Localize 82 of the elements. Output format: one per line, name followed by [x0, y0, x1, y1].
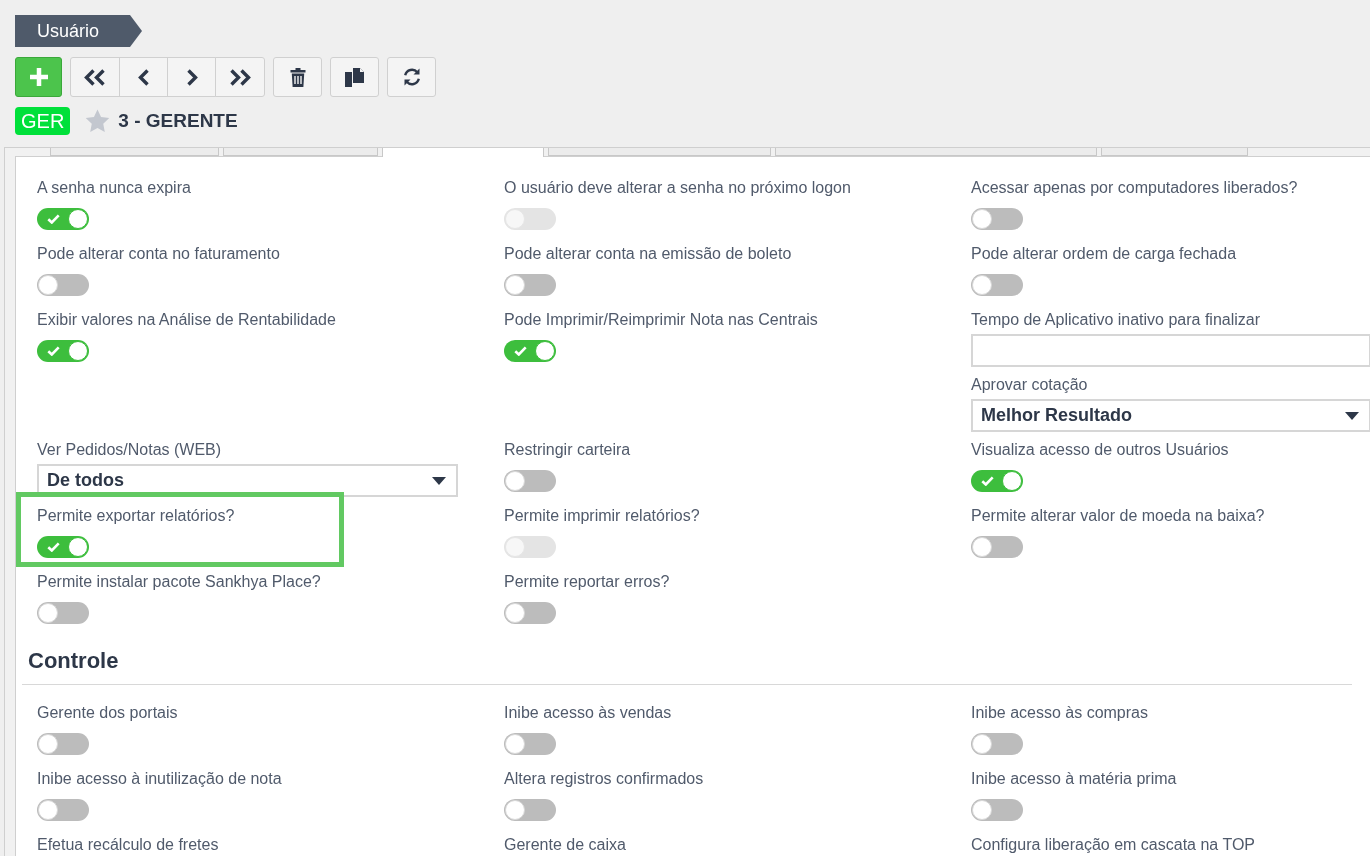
section-heading: Controle [28, 648, 119, 673]
double-chevron-right-icon [229, 68, 251, 86]
field-label: Permite exportar relatórios? [37, 506, 235, 526]
tab[interactable] [223, 148, 378, 156]
check-icon [47, 542, 60, 552]
check-icon [47, 346, 60, 356]
plus-icon [29, 68, 48, 86]
field-label: Inibe acesso à inutilização de nota [37, 769, 282, 789]
field-label: Tempo de Aplicativo inativo para finalizar [971, 310, 1261, 330]
field-label: Permite instalar pacote Sankhya Place? [37, 572, 321, 592]
field-label: Permite alterar valor de moeda na baixa? [971, 506, 1265, 526]
previous-record-button[interactable] [119, 57, 168, 97]
toggle-switch[interactable] [971, 470, 1023, 492]
page-title: Usuário [15, 15, 142, 47]
add-button[interactable] [15, 57, 62, 97]
copy-icon [345, 67, 364, 87]
field-label: Pode alterar ordem de carga fechada [971, 244, 1237, 264]
toggle-switch[interactable] [504, 602, 556, 624]
toggle-switch[interactable] [971, 536, 1023, 558]
field-label: Efetua recálculo de fretes [37, 835, 219, 855]
check-icon [514, 346, 527, 356]
field-label: Aprovar cotação [971, 375, 1088, 395]
refresh-button[interactable] [387, 57, 436, 97]
dropdown[interactable]: Melhor Resultado [971, 399, 1370, 432]
chevron-right-icon [185, 68, 198, 86]
toggle-switch[interactable] [37, 733, 89, 755]
toggle-switch[interactable] [971, 274, 1023, 296]
tab[interactable] [50, 148, 219, 156]
field-label: Gerente dos portais [37, 703, 178, 723]
toggle-switch[interactable] [37, 536, 89, 558]
tab[interactable] [775, 148, 1097, 156]
field-label: Gerente de caixa [504, 835, 626, 855]
text-field[interactable] [971, 334, 1370, 367]
profile-badge: GER [15, 107, 71, 135]
toggle-switch[interactable] [971, 799, 1023, 821]
toggle-switch[interactable] [971, 208, 1023, 230]
copy-button[interactable] [330, 57, 379, 97]
field-label: Pode alterar conta no faturamento [37, 244, 280, 264]
field-label: Inibe acesso às vendas [504, 703, 672, 723]
field-label: Permite reportar erros? [504, 572, 670, 592]
record-title: 3 - GERENTE [118, 108, 238, 133]
field-label: O usuário deve alterar a senha no próximo logon [504, 178, 851, 198]
trash-icon [289, 67, 306, 87]
toggle-switch[interactable] [37, 602, 89, 624]
check-icon [47, 214, 60, 224]
double-chevron-left-icon [84, 68, 106, 86]
star-icon[interactable] [85, 109, 111, 133]
field-label: Altera registros confirmados [504, 769, 704, 789]
field-label: Restringir carteira [504, 440, 631, 460]
field-label: Exibir valores na Análise de Rentabilidade [37, 310, 336, 330]
toggle-switch[interactable] [37, 208, 89, 230]
field-label: Ver Pedidos/Notas (WEB) [37, 440, 222, 460]
field-label: Permite imprimir relatórios? [504, 506, 700, 526]
field-label: A senha nunca expira [37, 178, 191, 198]
field-label: Acessar apenas por computadores liberados? [971, 178, 1298, 198]
check-icon [981, 476, 994, 486]
toggle-switch[interactable] [971, 733, 1023, 755]
toggle-switch[interactable] [504, 470, 556, 492]
field-label: Pode Imprimir/Reimprimir Nota nas Centrais [504, 310, 818, 330]
toggle-switch[interactable] [504, 799, 556, 821]
caret-down-icon [1345, 411, 1359, 420]
delete-button[interactable] [273, 57, 322, 97]
toggle-switch[interactable] [37, 799, 89, 821]
tab[interactable] [1101, 148, 1248, 156]
field-label: Configura liberação em cascata na TOP [971, 835, 1255, 855]
toggle-switch[interactable] [504, 733, 556, 755]
field-label: Inibe acesso à matéria prima [971, 769, 1177, 789]
field-label: Visualiza acesso de outros Usuários [971, 440, 1229, 460]
chevron-left-icon [137, 68, 150, 86]
tab[interactable] [382, 148, 544, 157]
caret-down-icon [432, 476, 446, 485]
field-label: Inibe acesso às compras [971, 703, 1148, 723]
toggle-switch[interactable] [504, 274, 556, 296]
last-record-button[interactable] [215, 57, 265, 97]
refresh-icon [401, 67, 422, 87]
toggle-switch[interactable] [37, 340, 89, 362]
toggle-switch[interactable] [37, 274, 89, 296]
tab[interactable] [548, 148, 771, 156]
first-record-button[interactable] [70, 57, 120, 97]
next-record-button[interactable] [167, 57, 216, 97]
field-label: Pode alterar conta na emissão de boleto [504, 244, 792, 264]
toggle-switch[interactable] [504, 340, 556, 362]
